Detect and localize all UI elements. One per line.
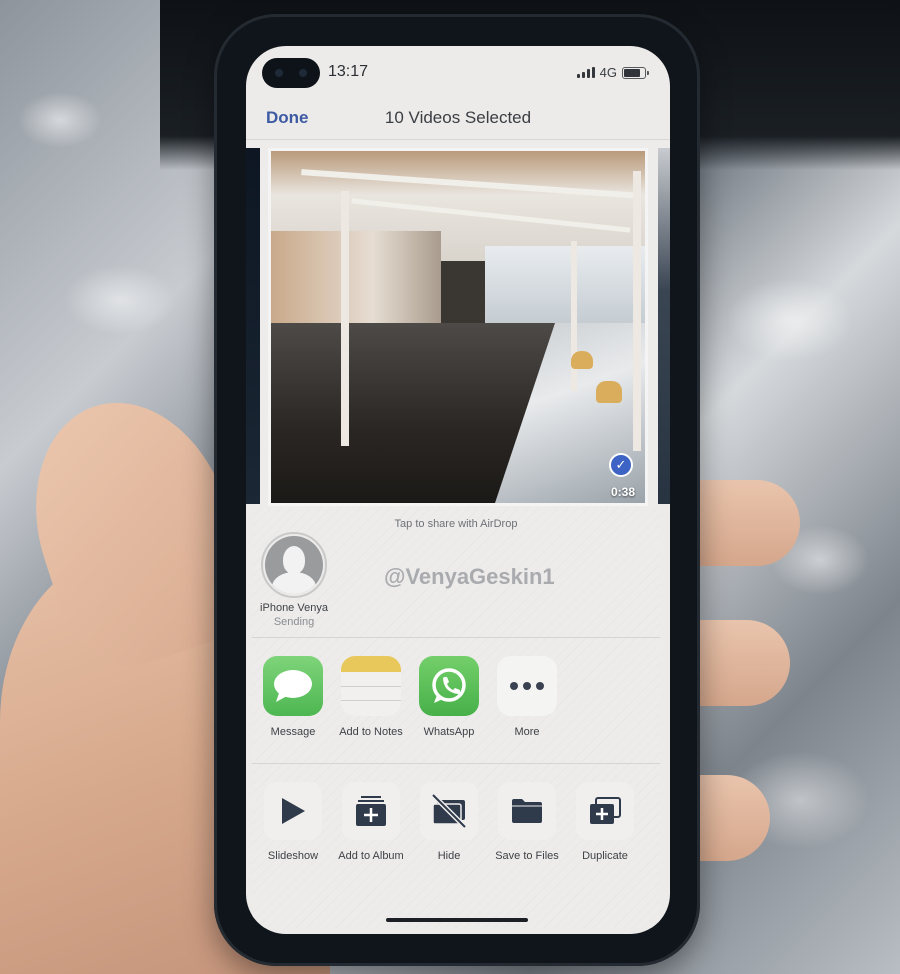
message-bubble-icon (263, 656, 323, 716)
hide-icon (420, 782, 478, 840)
photo-chair (596, 381, 622, 403)
action-add-to-album[interactable]: Add to Album (332, 782, 410, 862)
app-add-to-notes[interactable]: Add to Notes (332, 656, 410, 738)
person-silhouette-icon (265, 536, 323, 594)
app-label: Message (270, 726, 316, 738)
status-indicators: 4G (576, 65, 649, 80)
share-apps-row: Message Add to Notes WhatsApp More (252, 638, 660, 764)
notes-icon (341, 656, 401, 716)
whatsapp-icon (419, 656, 479, 716)
previous-video-thumbnail[interactable] (246, 148, 260, 504)
status-time: 13:17 (328, 63, 369, 80)
airdrop-hint: Tap to share with AirDrop (394, 518, 518, 530)
front-camera-cutout (262, 58, 320, 88)
page-title: 10 Videos Selected (384, 108, 532, 127)
avatar (261, 532, 327, 598)
video-duration: 0:38 (610, 485, 635, 499)
app-label: WhatsApp (423, 726, 475, 738)
airdrop-device-iphone-venya[interactable]: iPhone Venya Sending (256, 532, 332, 628)
airdrop-device-status: Sending (273, 616, 315, 628)
signal-icon (576, 67, 595, 78)
more-dots-icon (497, 656, 557, 716)
battery-icon (622, 66, 649, 79)
action-label: Slideshow (267, 850, 319, 862)
duplicate-icon (576, 782, 634, 840)
app-label: More (514, 726, 540, 738)
watermark: @VenyaGeskin1 (384, 564, 555, 589)
action-save-to-files[interactable]: Save to Files (488, 782, 566, 862)
photo-chair (571, 351, 593, 369)
media-carousel[interactable]: ✓ 0:38 (246, 142, 670, 510)
share-sheet: Tap to share with AirDrop iPhone Venya S… (252, 508, 660, 928)
action-label: Duplicate (582, 850, 628, 862)
airdrop-device-name: iPhone Venya (260, 602, 328, 614)
action-hide[interactable]: Hide (410, 782, 488, 862)
navigation-bar: Done 10 Videos Selected (246, 100, 670, 140)
action-label: Save to Files (495, 850, 559, 862)
status-bar: 13:17 4G (246, 46, 670, 100)
play-icon (264, 782, 322, 840)
phone-screen: 13:17 4G Done 10 Videos Selected ✓ 0:38 … (246, 46, 670, 934)
action-label: Add to Album (338, 850, 404, 862)
action-duplicate[interactable]: Duplicate (566, 782, 644, 862)
home-indicator[interactable] (386, 918, 528, 922)
network-type: 4G (599, 65, 617, 80)
airdrop-section: Tap to share with AirDrop iPhone Venya S… (252, 508, 660, 638)
share-actions-row: Slideshow Add to Album Hide Save to File… (252, 764, 660, 894)
selected-checkmark-icon[interactable]: ✓ (609, 453, 633, 477)
app-message[interactable]: Message (254, 656, 332, 738)
selected-video-thumbnail[interactable]: ✓ 0:38 (268, 148, 648, 506)
folder-icon (498, 782, 556, 840)
app-whatsapp[interactable]: WhatsApp (410, 656, 488, 738)
action-label: Hide (437, 850, 461, 862)
add-to-album-icon (342, 782, 400, 840)
action-slideshow[interactable]: Slideshow (254, 782, 332, 862)
next-video-thumbnail[interactable] (658, 148, 670, 504)
app-label: Add to Notes (339, 726, 403, 738)
app-more[interactable]: More (488, 656, 566, 738)
photo-post (633, 171, 641, 451)
photo-post (341, 191, 349, 446)
